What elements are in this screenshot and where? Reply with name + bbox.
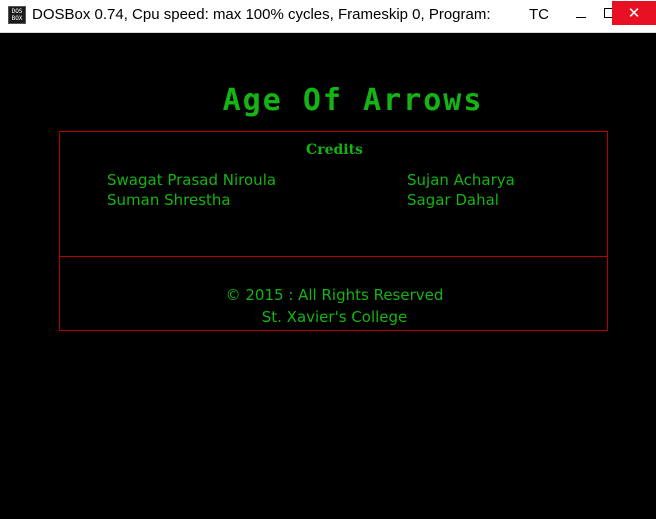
- credit-name: Sagar Dahal: [407, 191, 499, 209]
- window-program: TC: [529, 6, 549, 23]
- close-button[interactable]: ✕: [612, 1, 656, 25]
- title-bar[interactable]: DOS BOX DOSBox 0.74, Cpu speed: max 100%…: [0, 0, 656, 33]
- college-name: St. Xavier's College: [261, 308, 408, 326]
- dosbox-window: DOS BOX DOSBox 0.74, Cpu speed: max 100%…: [0, 0, 656, 519]
- game-title: Age Of Arrows: [222, 83, 484, 118]
- window-title: DOSBox 0.74, Cpu speed: max 100% cycles,…: [32, 6, 491, 23]
- credit-name: Swagat Prasad Niroula: [107, 171, 277, 189]
- dosbox-app-icon[interactable]: DOS BOX: [8, 6, 26, 24]
- credit-name: Suman Shrestha: [107, 191, 231, 209]
- copyright-text: © 2015 : All Rights Reserved: [225, 286, 444, 304]
- close-icon: ✕: [627, 4, 641, 22]
- dos-screen: Age Of Arrows Credits Swagat Prasad Niro…: [0, 33, 656, 519]
- copyright-panel: © 2015 : All Rights Reserved St. Xavier'…: [59, 256, 608, 331]
- minimize-icon: [576, 17, 586, 18]
- credit-name: Sujan Acharya: [407, 171, 515, 189]
- credits-panel: Credits Swagat Prasad Niroula Sujan Acha…: [59, 131, 608, 257]
- credits-heading: Credits: [306, 142, 363, 158]
